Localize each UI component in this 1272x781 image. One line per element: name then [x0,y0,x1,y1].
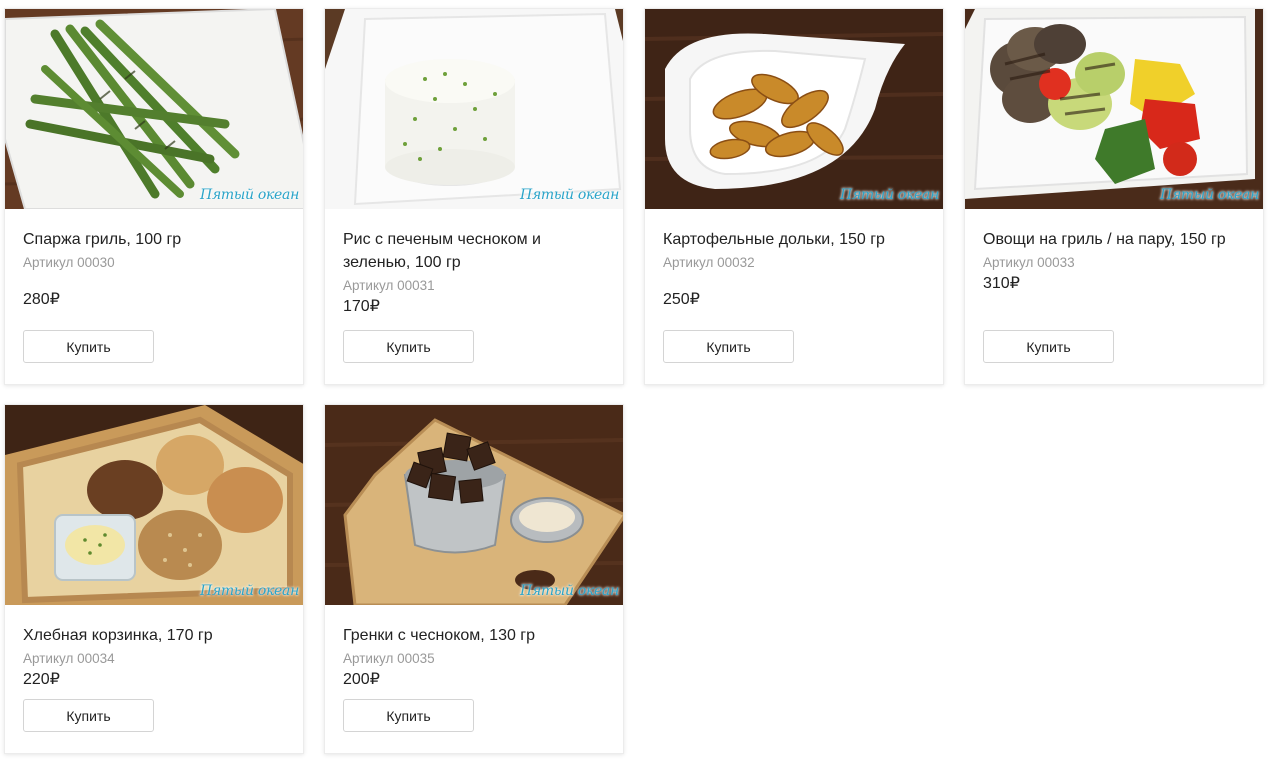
brand-watermark: Пятый океан [520,187,619,203]
product-price: 220₽ [23,671,60,688]
brand-watermark: Пятый океан [200,583,299,599]
product-grid: Пятый океан Спаржа гриль, 100 гр Артикул… [4,8,1264,781]
product-photo-bread[interactable]: Пятый океан [5,405,303,605]
product-card: Пятый океан Гренки с чесноком, 130 гр Ар… [324,404,624,754]
product-title[interactable]: Гренки с чесноком, 130 гр [343,624,605,647]
product-sku: Артикул 00033 [983,255,1075,270]
product-card: Пятый океан Хлебная корзинка, 170 гр Арт… [4,404,304,754]
product-photo-croutons[interactable]: Пятый океан [325,405,623,605]
buy-button[interactable]: Купить [343,330,474,363]
product-sku: Артикул 00030 [23,255,115,270]
product-sku: Артикул 00035 [343,651,435,666]
product-title[interactable]: Спаржа гриль, 100 гр [23,228,285,251]
product-price: 280₽ [23,291,60,308]
buy-button[interactable]: Купить [23,330,154,363]
brand-watermark: Пятый океан [200,187,299,203]
product-price: 310₽ [983,275,1020,292]
buy-button[interactable]: Купить [343,699,474,732]
product-sku: Артикул 00034 [23,651,115,666]
product-photo-asparagus[interactable]: Пятый океан [5,9,303,209]
product-title[interactable]: Овощи на гриль / на пару, 150 гр [983,228,1245,251]
product-card: Пятый океан Спаржа гриль, 100 гр Артикул… [4,8,304,385]
product-title[interactable]: Хлебная корзинка, 170 гр [23,624,285,647]
product-photo-potatoes[interactable]: Пятый океан [645,9,943,209]
product-card: Пятый океан Овощи на гриль / на пару, 15… [964,8,1264,385]
brand-watermark: Пятый океан [1160,187,1259,203]
product-price: 250₽ [663,291,700,308]
product-price: 170₽ [343,298,380,315]
buy-button[interactable]: Купить [23,699,154,732]
product-title[interactable]: Рис с печеным чесноком и зеленью, 100 гр [343,228,605,274]
product-card: Пятый океан Картофельные дольки, 150 гр … [644,8,944,385]
product-sku: Артикул 00031 [343,278,435,293]
product-photo-vegetables[interactable]: Пятый океан [965,9,1263,209]
buy-button[interactable]: Купить [663,330,794,363]
product-sku: Артикул 00032 [663,255,755,270]
product-title[interactable]: Картофельные дольки, 150 гр [663,228,925,251]
buy-button[interactable]: Купить [983,330,1114,363]
product-photo-rice[interactable]: Пятый океан [325,9,623,209]
product-price: 200₽ [343,671,380,688]
brand-watermark: Пятый океан [840,187,939,203]
brand-watermark: Пятый океан [520,583,619,599]
product-card: Пятый океан Рис с печеным чесноком и зел… [324,8,624,385]
